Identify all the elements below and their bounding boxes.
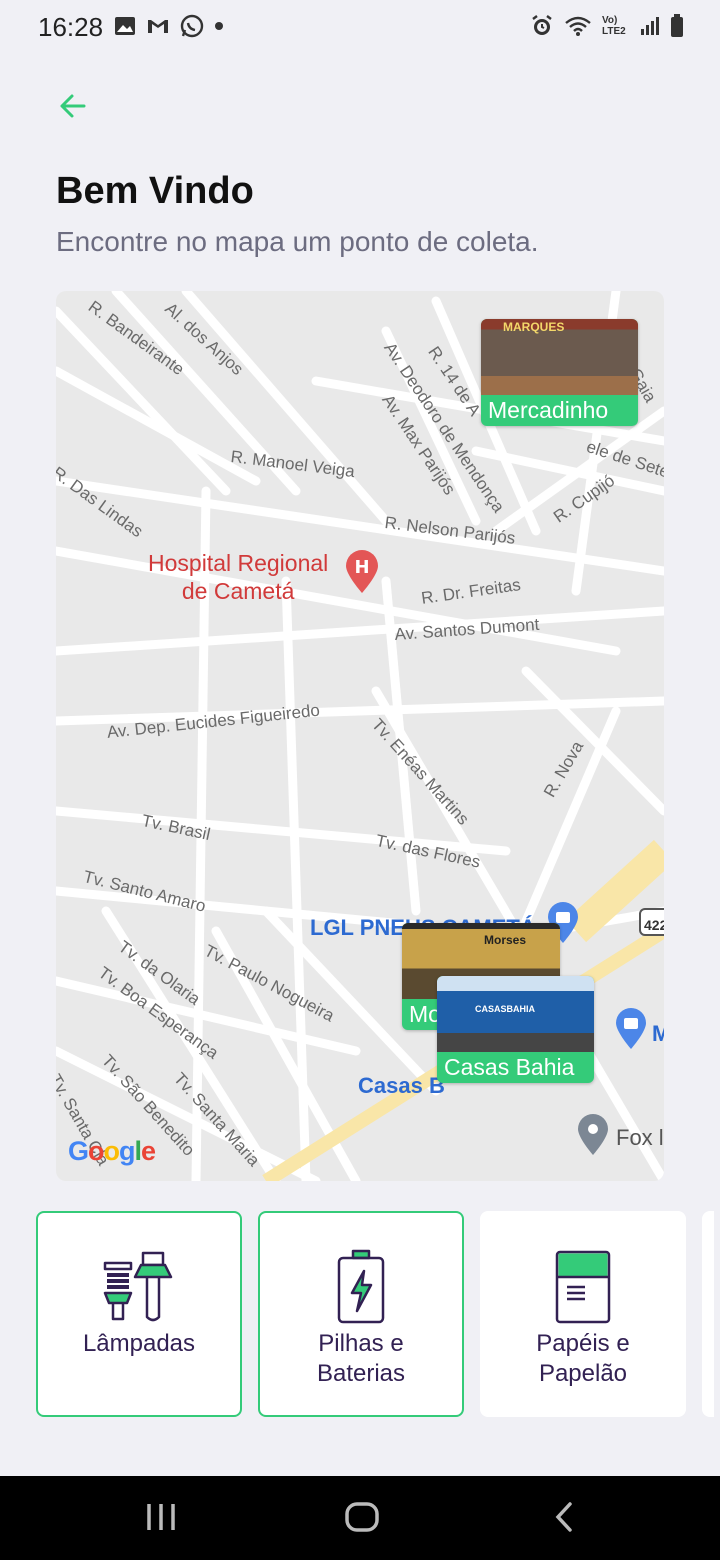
- item-papeis-papelao[interactable]: Papéis e Papelão: [480, 1211, 686, 1417]
- whatsapp-icon: [180, 14, 204, 38]
- gallery-icon: [115, 17, 135, 35]
- signal-icon: [641, 17, 659, 35]
- item-partial-next[interactable]: [702, 1211, 714, 1417]
- dot-icon: [215, 22, 223, 30]
- status-system-icons: Vo) LTE2: [530, 14, 684, 38]
- volte-label: Vo) LTE2: [602, 15, 626, 37]
- page-title: Bem Vindo: [56, 170, 254, 212]
- lamps-icon: [101, 1249, 177, 1330]
- recent-apps-button[interactable]: [144, 1498, 178, 1541]
- poi-casas[interactable]: Casas B: [358, 1073, 445, 1099]
- status-notification-icons: [114, 14, 224, 38]
- store-sign: CASASBAHIA: [475, 1004, 536, 1014]
- marker-photo: CASASBAHIA: [437, 976, 594, 1052]
- status-time: 16:28: [38, 12, 104, 42]
- item-lampadas[interactable]: Lâmpadas: [36, 1211, 242, 1417]
- battery-icon: [671, 14, 683, 37]
- marker-photo: MARQUES: [481, 319, 638, 395]
- home-icon: [345, 1502, 379, 1532]
- item-label: Lâmpadas: [82, 1330, 196, 1357]
- items-list: Lâmpadas Pilhas e Baterias Papéis e Pape…: [36, 1211, 714, 1417]
- marker-label: Mercadinho: [488, 397, 609, 423]
- gmail-icon: [148, 20, 168, 33]
- system-nav-bar: [0, 1476, 720, 1560]
- shopping-pin-icon[interactable]: [614, 1007, 648, 1051]
- poi-m[interactable]: M: [652, 1021, 664, 1047]
- paper-icon: [545, 1249, 621, 1330]
- map-view[interactable]: R. Bandeirante Al. dos Anjos Av. Deodoro…: [56, 291, 664, 1181]
- page-subtitle: Encontre no mapa um ponto de coleta.: [56, 226, 539, 257]
- highway-shield: 422: [644, 917, 664, 933]
- marker-label: Casas Bahia: [444, 1054, 575, 1080]
- google-logo: Google: [68, 1136, 156, 1166]
- item-label: Pilhas e Baterias: [316, 1330, 406, 1387]
- home-button[interactable]: [344, 1498, 380, 1541]
- store-sign: Morses: [484, 933, 527, 947]
- wifi-icon: [565, 16, 591, 36]
- back-nav-button[interactable]: [550, 1498, 578, 1541]
- recent-apps-icon: [147, 1504, 175, 1530]
- alarm-icon: [532, 15, 552, 35]
- back-button[interactable]: [56, 88, 92, 124]
- svg-text:H: H: [354, 557, 369, 578]
- poi-fox[interactable]: Fox l: [616, 1125, 664, 1151]
- hospital-pin-icon[interactable]: H: [344, 549, 380, 595]
- item-label: Papéis e Papelão: [536, 1330, 630, 1387]
- battery-item-icon: [323, 1249, 399, 1330]
- back-nav-icon: [555, 1502, 572, 1532]
- status-bar: 16:28 Vo) LTE2: [0, 0, 720, 52]
- marker-casas-bahia[interactable]: CASASBAHIA Casas Bahia: [437, 976, 594, 1083]
- location-pin-icon[interactable]: [576, 1113, 610, 1157]
- poi-hospital[interactable]: Hospital Regional de Cametá: [148, 549, 328, 605]
- marker-mercadinho[interactable]: MARQUES Mercadinho: [481, 319, 638, 426]
- arrow-left-icon: [60, 94, 86, 118]
- store-sign: MARQUES: [503, 320, 565, 334]
- item-pilhas-baterias[interactable]: Pilhas e Baterias: [258, 1211, 464, 1417]
